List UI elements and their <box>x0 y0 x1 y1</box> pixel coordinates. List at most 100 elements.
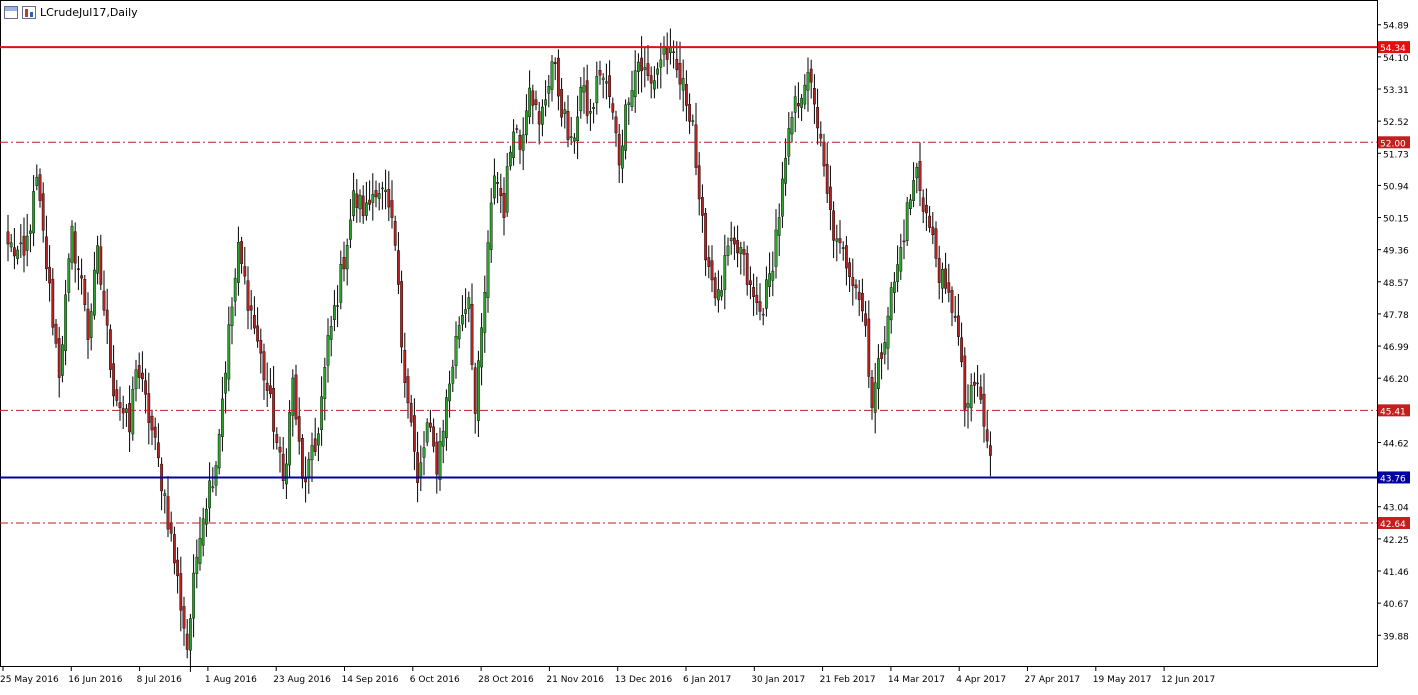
candle-body <box>339 264 343 303</box>
x-tick-label: 23 Aug 2016 <box>273 675 331 685</box>
candle-body <box>985 429 989 442</box>
candle-body <box>368 199 371 205</box>
candle-body <box>137 365 141 378</box>
chart-title-bar: LCrudeJul17,Daily <box>4 4 138 20</box>
candle-body <box>67 258 71 293</box>
candle-body <box>156 442 160 459</box>
candle-body <box>19 242 23 245</box>
candle-body <box>438 441 442 480</box>
candle-body <box>397 250 400 285</box>
candle-body <box>509 151 512 167</box>
candle-body <box>704 212 708 261</box>
candle-body <box>733 237 736 245</box>
candle-body <box>867 318 871 377</box>
candle-body <box>22 235 26 256</box>
candle-body <box>265 382 269 391</box>
candle-body <box>749 280 752 286</box>
candle-body <box>57 338 61 378</box>
candle-body <box>493 175 496 199</box>
candle-body <box>643 67 647 70</box>
candle-body <box>16 249 19 259</box>
candle-body <box>563 109 567 114</box>
x-tick-label: 19 May 2017 <box>1093 675 1152 685</box>
candle-body <box>646 63 650 76</box>
candle-body <box>464 309 467 315</box>
x-tick-label: 25 May 2016 <box>0 675 59 685</box>
candle-body <box>451 366 455 384</box>
candle-body <box>285 463 288 485</box>
candle-body <box>384 189 387 192</box>
candle-body <box>637 61 640 72</box>
candle-body <box>781 178 784 217</box>
candle-body <box>477 360 480 421</box>
candle-body <box>835 238 839 242</box>
chart-window[interactable]: LCrudeJul17,Daily 54.89 54.10 53.31 52.52 51… <box>0 0 1418 691</box>
price-label: 52.00 <box>1380 139 1406 149</box>
y-tick-label: 48.57 <box>1383 279 1409 289</box>
candle-body <box>454 336 458 366</box>
x-tick-label: 6 Jan 2017 <box>683 675 731 685</box>
y-tick-label: 49.36 <box>1383 247 1409 257</box>
candle-body <box>144 380 147 395</box>
y-tick-label: 50.15 <box>1383 215 1409 225</box>
candle-body <box>409 402 413 423</box>
candle-body <box>848 262 852 278</box>
candle-body <box>726 245 730 256</box>
candle-body <box>320 396 323 431</box>
candle-body <box>336 305 339 307</box>
candle-body <box>89 311 93 338</box>
candle-body <box>80 275 84 279</box>
candle-body <box>605 81 608 84</box>
candle-body <box>435 441 439 475</box>
price-label: 54.34 <box>1380 44 1406 54</box>
candle-body <box>585 80 589 116</box>
candle-body <box>496 182 499 184</box>
candle-body <box>723 255 727 290</box>
candle-body <box>624 104 628 151</box>
candle-body <box>752 287 756 298</box>
candle-body <box>48 266 52 284</box>
candle-body <box>240 241 243 264</box>
candle-body <box>233 277 237 302</box>
y-tick-label: 44.62 <box>1383 439 1409 449</box>
candle-body <box>678 63 682 85</box>
candle-body <box>873 382 877 413</box>
candle-body <box>653 80 656 90</box>
candle-body <box>352 190 355 217</box>
candle-body <box>969 384 973 409</box>
candle-body <box>589 111 592 114</box>
candle-body <box>963 355 967 410</box>
candle-body <box>342 257 346 270</box>
candle-body <box>633 70 637 98</box>
candle-body <box>150 415 154 431</box>
candle-body <box>944 268 948 289</box>
candle-body <box>765 279 768 309</box>
candle-body <box>576 116 580 141</box>
candle-body <box>288 412 291 466</box>
plot-frame <box>0 0 1378 667</box>
candle-body <box>390 200 394 218</box>
candle-body <box>246 280 250 311</box>
candle-body <box>889 287 893 321</box>
candle-body <box>169 522 173 534</box>
candle-body <box>688 104 692 122</box>
candle-body <box>899 247 903 272</box>
candle-body <box>304 478 307 483</box>
candle-body <box>220 398 224 437</box>
candle-body <box>537 111 541 125</box>
candle-body <box>630 90 634 107</box>
candle-body <box>12 247 16 257</box>
candle-body <box>92 269 96 316</box>
candle-body <box>601 77 605 81</box>
x-tick-label: 21 Feb 2017 <box>820 675 876 685</box>
candle-body <box>534 99 538 105</box>
candle-body <box>768 273 772 288</box>
candle-body <box>960 337 964 363</box>
candle-body <box>592 106 596 109</box>
x-tick-label: 30 Jan 2017 <box>751 675 805 685</box>
candle-body <box>32 191 36 234</box>
candle-body <box>557 57 560 97</box>
candle-body <box>861 293 864 312</box>
candlestick-chart[interactable]: 54.89 54.10 53.31 52.52 51.73 50.94 50.15 49.36… <box>0 0 1418 691</box>
candle-body <box>608 75 612 97</box>
